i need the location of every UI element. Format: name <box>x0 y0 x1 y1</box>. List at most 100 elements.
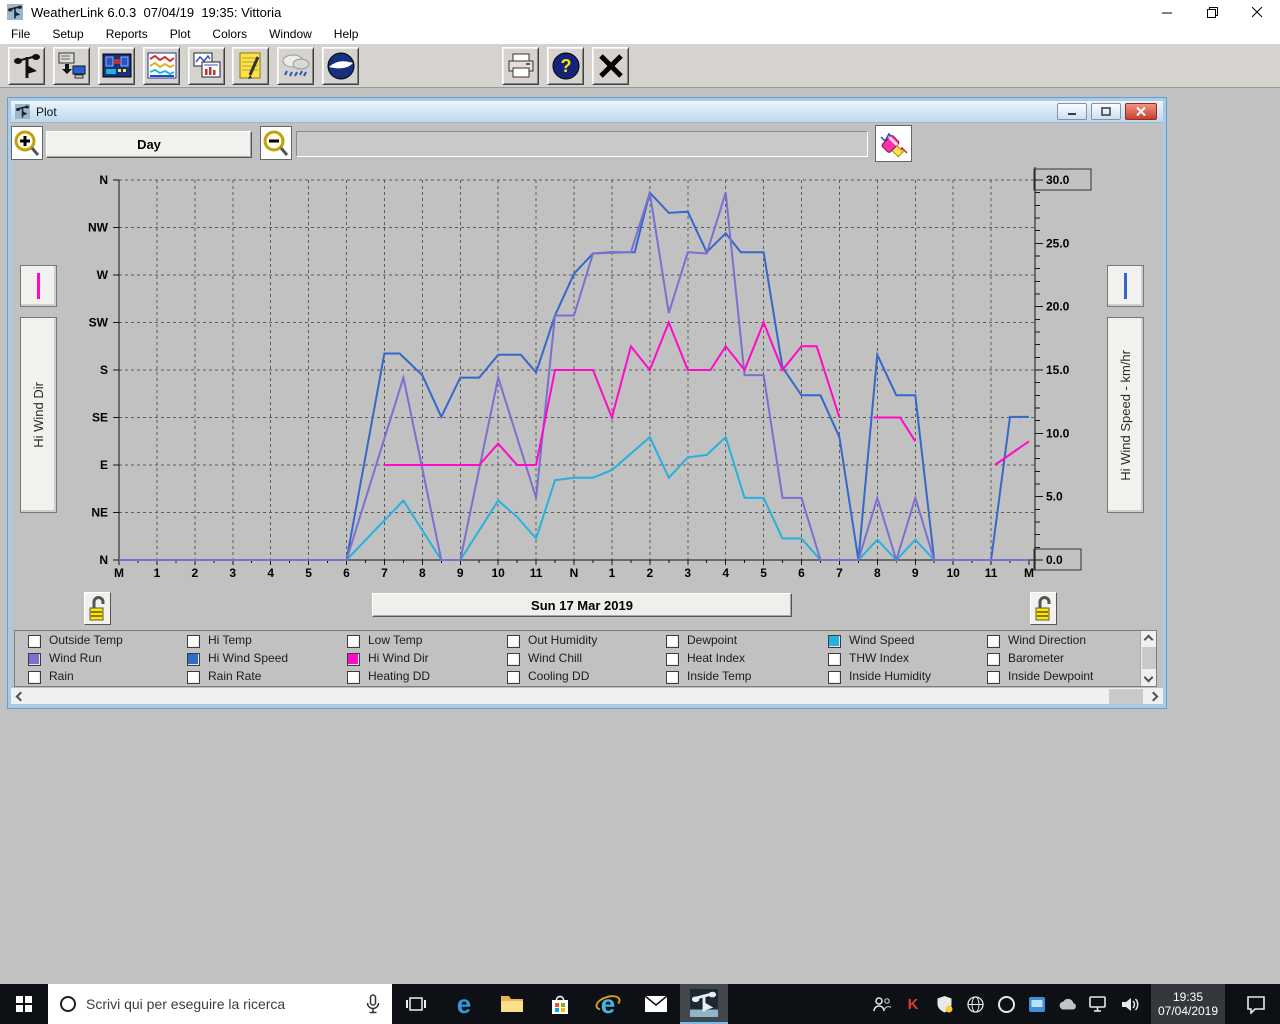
help-toolbar-button[interactable]: ? <box>547 47 584 85</box>
network-icon[interactable] <box>1089 995 1109 1013</box>
plot-horizontal-scrollbar[interactable] <box>11 687 1163 704</box>
menu-colors[interactable]: Colors <box>201 24 258 44</box>
plot-window-icon <box>15 104 30 119</box>
legend-checkbox-inside-dewpoint[interactable] <box>987 671 1000 684</box>
microphone-icon[interactable] <box>366 994 380 1014</box>
erase-plot-button[interactable] <box>875 125 912 162</box>
series-legend: Outside Temp Wind Run Rain Hi Temp Hi Wind S… <box>14 630 1157 687</box>
hi-wind-dir-sample-button[interactable] <box>20 265 57 307</box>
lock-right-button[interactable] <box>1030 592 1057 625</box>
taskbar-store[interactable] <box>536 984 584 1024</box>
plot-close-button[interactable] <box>1125 103 1157 120</box>
right-axis-title-panel[interactable]: Hi Wind Speed - km/hr <box>1107 317 1144 513</box>
legend-checkbox-wind-run[interactable] <box>28 653 41 666</box>
x-tick-label: M <box>114 566 124 580</box>
taskbar-weatherlink-active[interactable] <box>680 984 728 1024</box>
strip-charts-toolbar-button[interactable] <box>188 47 225 85</box>
legend-scroll-thumb[interactable] <box>1142 647 1156 669</box>
legend-checkbox-heating-dd[interactable] <box>347 671 360 684</box>
legend-checkbox-rain-rate[interactable] <box>187 671 200 684</box>
legend-checkbox-hi-wind-speed[interactable] <box>187 653 200 666</box>
legend-checkbox-hi-wind-dir[interactable] <box>347 653 360 666</box>
plot-date-button[interactable]: Sun 17 Mar 2019 <box>372 593 792 617</box>
task-view-button[interactable] <box>392 984 440 1024</box>
legend-label: Inside Temp <box>687 669 752 683</box>
plot-range-button[interactable]: Day <box>46 131 252 158</box>
plot-toolbar-button[interactable] <box>143 47 180 85</box>
kaspersky-icon[interactable]: K <box>903 996 923 1013</box>
taskbar-edge[interactable]: e <box>440 984 488 1024</box>
scroll-up-icon[interactable] <box>1143 634 1154 645</box>
people-icon[interactable] <box>872 996 892 1012</box>
plot-maximize-button[interactable] <box>1091 103 1121 120</box>
menu-help[interactable]: Help <box>323 24 370 44</box>
scroll-right-icon[interactable] <box>1148 691 1159 702</box>
legend-checkbox-dewpoint[interactable] <box>666 635 679 648</box>
globe-icon[interactable] <box>965 995 985 1013</box>
taskbar-clock[interactable]: 19:35 07/04/2019 <box>1151 984 1225 1024</box>
lock-left-button[interactable] <box>84 592 111 625</box>
close-toolbar-button[interactable] <box>592 47 629 85</box>
plot-window-titlebar[interactable]: Plot <box>11 101 1163 123</box>
legend-checkbox-barometer[interactable] <box>987 653 1000 666</box>
legend-checkbox-thw-index[interactable] <box>828 653 841 666</box>
taskbar: e e K 19:35 07/04/2019 <box>0 984 1280 1024</box>
menu-reports[interactable]: Reports <box>95 24 159 44</box>
legend-checkbox-wind-direction[interactable] <box>987 635 1000 648</box>
legend-label: Outside Temp <box>49 633 123 647</box>
hi-wind-speed-sample-button[interactable] <box>1107 265 1144 307</box>
legend-checkbox-heat-index[interactable] <box>666 653 679 666</box>
station-toolbar-button[interactable] <box>8 47 45 85</box>
legend-scrollbar[interactable] <box>1140 631 1156 686</box>
download-toolbar-button[interactable] <box>53 47 90 85</box>
horizontal-scroll-thumb[interactable] <box>1109 689 1143 704</box>
legend-checkbox-low-temp[interactable] <box>347 635 360 648</box>
scroll-down-icon[interactable] <box>1143 672 1154 683</box>
print-toolbar-button[interactable] <box>502 47 539 85</box>
legend-checkbox-wind-speed[interactable] <box>828 635 841 648</box>
menu-plot[interactable]: Plot <box>159 24 202 44</box>
action-center-icon[interactable] <box>1236 995 1276 1014</box>
legend-checkbox-hi-temp[interactable] <box>187 635 200 648</box>
defender-shield-icon[interactable] <box>934 995 954 1013</box>
start-button[interactable] <box>0 984 48 1024</box>
plot-minimize-button[interactable] <box>1057 103 1087 120</box>
taskbar-mail[interactable] <box>632 984 680 1024</box>
noaa-toolbar-button[interactable] <box>322 47 359 85</box>
legend-checkbox-inside-temp[interactable] <box>666 671 679 684</box>
legend-checkbox-outside-temp[interactable] <box>28 635 41 648</box>
menu-file[interactable]: File <box>0 24 41 44</box>
menu-setup[interactable]: Setup <box>41 24 94 44</box>
volume-icon[interactable] <box>1120 996 1140 1013</box>
taskbar-internet-explorer[interactable]: e <box>584 984 632 1024</box>
clock-date: 07/04/2019 <box>1157 1004 1219 1018</box>
menu-window[interactable]: Window <box>258 24 323 44</box>
pc-blue-icon[interactable] <box>1027 996 1047 1013</box>
bulletin-toolbar-button[interactable] <box>98 47 135 85</box>
legend-checkbox-out-humidity[interactable] <box>507 635 520 648</box>
app-minimize-button[interactable] <box>1145 0 1190 24</box>
legend-checkbox-cooling-dd[interactable] <box>507 671 520 684</box>
menubar: File Setup Reports Plot Colors Window He… <box>0 24 1280 44</box>
zoom-out-button[interactable] <box>260 126 292 160</box>
legend-checkbox-wind-chill[interactable] <box>507 653 520 666</box>
legend-checkbox-rain[interactable] <box>28 671 41 684</box>
onedrive-cloud-icon[interactable] <box>1058 997 1078 1011</box>
compass-tick-label: SE <box>92 411 108 425</box>
series-hi-wind-dir <box>994 440 1030 466</box>
taskbar-search[interactable] <box>48 984 392 1024</box>
left-axis-title-panel[interactable]: Hi Wind Dir <box>20 317 57 513</box>
speed-tick-label: 0.0 <box>1046 553 1063 567</box>
speed-tick-label: 15.0 <box>1046 363 1070 377</box>
zoom-in-button[interactable] <box>11 126 43 160</box>
plot-scroll-trough[interactable] <box>296 131 868 157</box>
app-close-button[interactable] <box>1235 0 1280 24</box>
legend-checkbox-inside-humidity[interactable] <box>828 671 841 684</box>
taskbar-file-explorer[interactable] <box>488 984 536 1024</box>
scroll-left-icon[interactable] <box>15 691 26 702</box>
app-restore-button[interactable] <box>1190 0 1235 24</box>
rain-toolbar-button[interactable] <box>277 47 314 85</box>
search-input[interactable] <box>86 996 356 1012</box>
pinwheel-icon[interactable] <box>996 995 1016 1013</box>
notes-toolbar-button[interactable] <box>232 47 269 85</box>
